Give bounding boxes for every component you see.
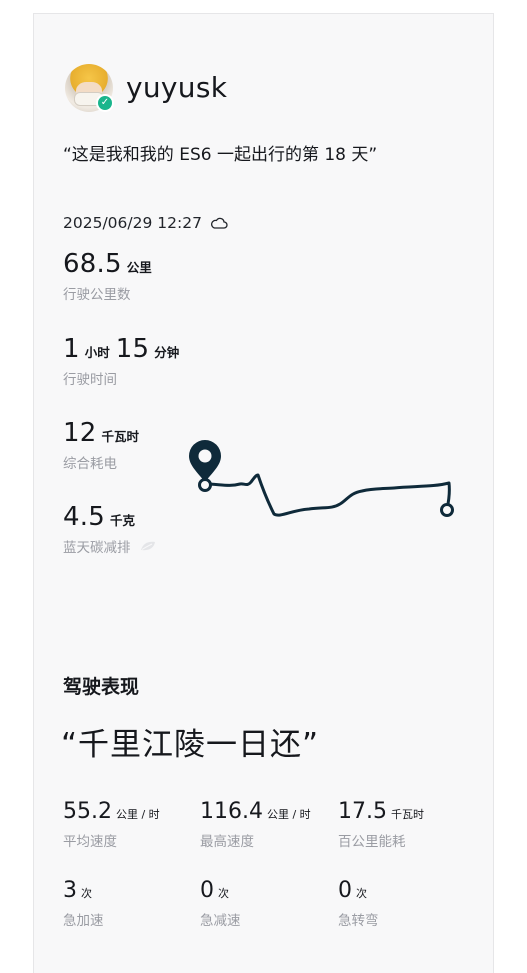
metric-label: 急减速: [200, 913, 241, 929]
verified-badge-icon: ✓: [96, 94, 114, 112]
metric-label: 百公里能耗: [338, 834, 406, 850]
metric-max-speed: 116.4 公里 / 时 最高速度: [200, 799, 338, 850]
metric-label: 最高速度: [200, 834, 254, 850]
section-title: 驾驶表现: [63, 676, 140, 698]
stat-energy: 12 千瓦时 综合耗电: [63, 418, 145, 472]
trip-quote: “这是我和我的 ES6 一起出行的第 18 天”: [63, 145, 378, 165]
leaf-icon: [140, 541, 155, 551]
username: yuyusk: [126, 71, 228, 104]
start-pin-icon: [189, 440, 221, 492]
route-map: [189, 440, 454, 517]
avatar[interactable]: ✓: [65, 64, 114, 112]
energy-value: 12: [63, 418, 97, 448]
metric-unit: 次: [218, 887, 229, 900]
metric-unit: 次: [81, 887, 92, 900]
metric-value: 0: [200, 878, 214, 903]
stat-distance: 68.5 公里 行驶公里数: [63, 249, 158, 303]
end-point-icon: [440, 503, 454, 517]
metric-label: 平均速度: [63, 834, 117, 850]
metric-unit: 千瓦时: [390, 808, 424, 821]
metric-value: 0: [338, 878, 352, 903]
distance-unit: 公里: [126, 260, 152, 275]
trip-datetime-row: 2025/06/29 12:27: [63, 214, 228, 232]
duration-hours: 1: [63, 334, 80, 364]
stat-carbon: 4.5 千克 蓝天碳减排: [63, 502, 157, 556]
stat-duration: 1 小时 15 分钟 行驶时间: [63, 334, 185, 388]
duration-label: 行驶时间: [63, 372, 117, 388]
trip-datetime: 2025/06/29 12:27: [63, 214, 202, 232]
metric-value: 55.2: [63, 799, 112, 824]
distance-label: 行驶公里数: [63, 287, 131, 303]
carbon-unit: 千克: [109, 513, 135, 528]
trip-share-card: ✓ yuyusk “这是我和我的 ES6 一起出行的第 18 天” 2025/0…: [33, 13, 494, 973]
metric-energy-per-100km: 17.5 千瓦时 百公里能耗: [338, 799, 478, 850]
metric-sharp-turn: 0次 急转弯: [338, 878, 478, 929]
metric-value: 3: [63, 878, 77, 903]
energy-unit: 千瓦时: [101, 429, 139, 444]
metric-unit: 次: [356, 887, 367, 900]
metric-value: 17.5: [338, 799, 387, 824]
energy-label: 综合耗电: [63, 456, 117, 472]
metric-hard-acceleration: 3次 急加速: [63, 878, 200, 929]
duration-hours-unit: 小时: [84, 345, 110, 360]
metric-unit: 公里 / 时: [115, 808, 160, 821]
carbon-value: 4.5: [63, 502, 105, 532]
cloud-icon: [210, 217, 228, 229]
route-line: [203, 473, 451, 517]
metric-avg-speed: 55.2 公里 / 时 平均速度: [63, 799, 200, 850]
driving-metrics-grid: 55.2 公里 / 时 平均速度 116.4 公里 / 时 最高速度 17.5 千瓦时…: [63, 799, 483, 929]
metric-unit: 公里 / 时: [266, 808, 311, 821]
carbon-label: 蓝天碳减排: [63, 540, 131, 556]
metric-label: 急转弯: [338, 913, 379, 929]
driving-slogan: “千里江陵一日还”: [61, 727, 320, 763]
duration-minutes: 15: [115, 334, 150, 364]
metric-value: 116.4: [200, 799, 263, 824]
metric-label: 急加速: [63, 913, 104, 929]
distance-value: 68.5: [63, 249, 122, 279]
duration-minutes-unit: 分钟: [154, 345, 180, 360]
metric-hard-braking: 0次 急减速: [200, 878, 338, 929]
